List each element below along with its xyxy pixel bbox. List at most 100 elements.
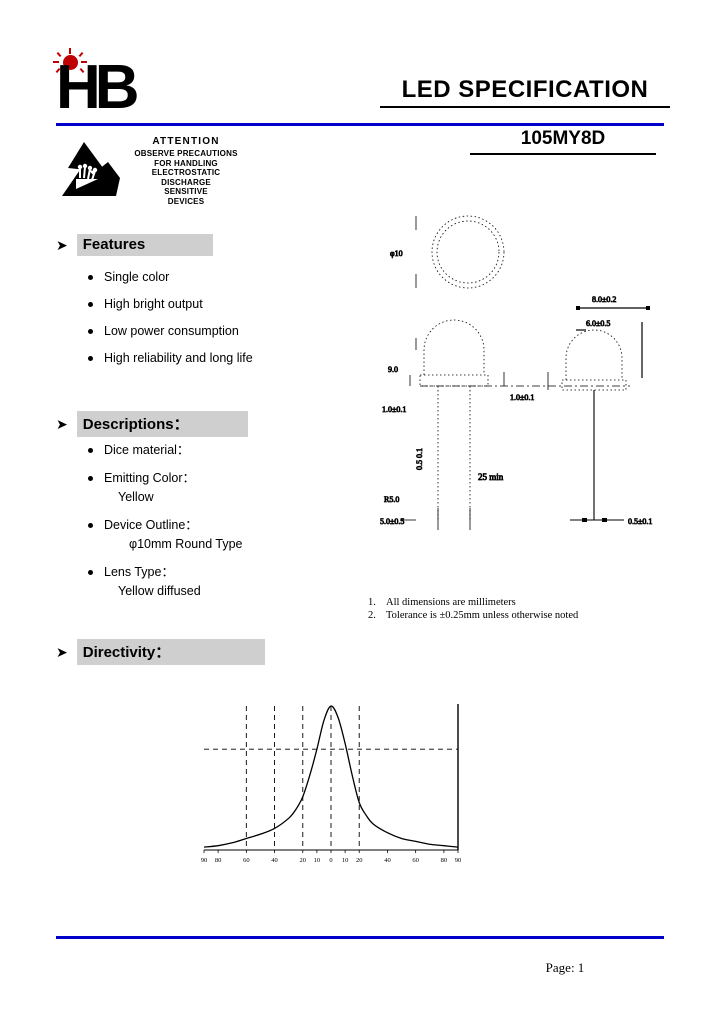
chart-x-tick-label: 80 [215, 857, 222, 864]
note-text: All dimensions are millimeters [386, 597, 516, 608]
esd-line-6: DEVICES [167, 196, 205, 206]
datasheet-page: HB LED SPECIFICATION 105MY8D ATTENTION O… [0, 0, 720, 1012]
description-value: Yellow diffused [118, 584, 201, 598]
drawing-notes: 1. All dimensions are millimeters 2. Tol… [368, 596, 668, 622]
list-item-value: Yellow [88, 490, 338, 505]
note-number: 2. [368, 610, 376, 621]
bullet-icon [88, 356, 93, 361]
description-value: Yellow [118, 490, 154, 504]
bullet-icon [88, 476, 93, 481]
top-view-inner-circle [436, 220, 500, 284]
arrow-bullet-icon: ➤ [56, 644, 68, 660]
list-item: Dice material： [88, 443, 338, 458]
dim-lead-thickness: 0.5 0.1 [415, 448, 424, 470]
bullet-icon [88, 329, 93, 334]
bullet-icon [88, 302, 93, 307]
arrow-bullet-icon: ➤ [56, 237, 68, 253]
feature-label: Single color [104, 270, 170, 284]
directivity-heading: ➤ Directivity： [56, 639, 265, 665]
esd-line-5: SENSITIVE [164, 187, 208, 196]
note-row: 2. Tolerance is ±0.25mm unless otherwise… [368, 609, 668, 622]
chart-x-tick-label: 60 [243, 857, 250, 864]
footer-divider [56, 936, 664, 939]
page-title: LED SPECIFICATION [380, 76, 670, 108]
side-view-dome [565, 329, 623, 380]
list-item: Emitting Color： [88, 471, 338, 486]
list-item: Device Outline： [88, 518, 338, 533]
chart-x-tick-label: 20 [356, 857, 363, 864]
descriptions-list: Dice material： Emitting Color： Yellow De… [88, 443, 338, 599]
note-row: 1. All dimensions are millimeters [368, 596, 668, 609]
esd-title: ATTENTION [152, 136, 220, 147]
header-divider [56, 123, 664, 126]
part-number: 105MY8D [470, 128, 656, 155]
description-label: Emitting Color： [104, 471, 195, 485]
dim-top-diameter: φ10 [390, 249, 403, 258]
dim-flange-thickness: 1.0±0.1 [382, 405, 406, 414]
list-item-value: φ10mm Round Type [88, 537, 338, 552]
directivity-title: Directivity： [76, 639, 265, 665]
description-value: φ10mm Round Type [129, 537, 243, 551]
features-title: Features [76, 234, 213, 256]
list-item: High bright output [88, 297, 338, 312]
list-item: High reliability and long life [88, 351, 338, 366]
descriptions-heading: ➤ Descriptions： [56, 411, 248, 437]
dim-lead-spacing: 5.0±0.5 [380, 517, 404, 526]
front-view-dome [423, 319, 485, 375]
esd-hand-icon [62, 142, 120, 196]
feature-label: High reliability and long life [104, 351, 253, 365]
dim-lens-height: 9.0 [388, 365, 398, 374]
note-text: Tolerance is ±0.25mm unless otherwise no… [386, 610, 579, 621]
dim-body-width: 8.0±0.2 [592, 295, 616, 304]
description-label: Dice material： [104, 443, 190, 457]
bullet-icon [88, 523, 93, 528]
side-view-flange [561, 379, 627, 391]
chart-x-tick-label: 90 [201, 857, 208, 864]
chart-x-tick-label: 90 [455, 857, 462, 864]
esd-line-1: OBSERVE PRECAUTIONS [134, 149, 238, 158]
chart-x-tick-label: 40 [384, 857, 391, 864]
esd-warning: ATTENTION OBSERVE PRECAUTIONS FOR HANDLI… [58, 134, 258, 209]
dim-tick [602, 518, 607, 522]
bullet-icon [88, 448, 93, 453]
esd-line-2: FOR HANDLING [154, 158, 218, 168]
arrow-bullet-icon: ➤ [56, 416, 68, 432]
esd-line-3: ELECTROSTATIC [151, 168, 221, 177]
chart-x-tick-label: 10 [342, 857, 349, 864]
dim-tick [576, 306, 580, 310]
chart-x-tick-label: 20 [300, 857, 307, 864]
chart-x-tick-label: 40 [271, 857, 278, 864]
list-item: Lens Type： [88, 565, 338, 580]
chart-x-tick-label: 10 [314, 857, 321, 864]
features-list: Single color High bright output Low powe… [88, 270, 338, 366]
esd-text-block: ATTENTION OBSERVE PRECAUTIONS FOR HANDLI… [120, 136, 252, 206]
dim-lead-length: 25 min [478, 472, 504, 482]
company-logo: HB [53, 48, 176, 122]
directivity-chart: 90 80 60 40 20 10 0 10 20 40 60 80 90 [201, 704, 462, 864]
chart-x-tick-label: 60 [412, 857, 419, 864]
top-view-outer-circle [431, 215, 505, 289]
dim-lens-radius: R5.0 [384, 495, 399, 504]
feature-label: Low power consumption [104, 324, 239, 338]
dim-tick [582, 518, 587, 522]
dim-lead-width: 0.5±0.1 [628, 517, 652, 526]
dim-body-height: 6.0±0.5 [586, 319, 610, 328]
front-view-flange [419, 374, 489, 387]
page-number: Page: 1 [545, 960, 585, 975]
descriptions-title: Descriptions： [76, 411, 248, 437]
description-label: Lens Type： [104, 565, 174, 579]
list-item: Low power consumption [88, 324, 338, 339]
feature-label: High bright output [104, 297, 203, 311]
note-number: 1. [368, 597, 376, 608]
description-label: Device Outline： [104, 518, 198, 532]
chart-x-tick-label: 0 [329, 857, 332, 864]
list-item: Single color [88, 270, 338, 285]
esd-line-4: DISCHARGE [161, 177, 211, 187]
bullet-icon [88, 570, 93, 575]
bullet-icon [88, 275, 93, 280]
dim-tick [646, 306, 650, 310]
mechanical-drawing: φ10 9.0 1.0±0.1 0.5 0.1 25 min 5.0±0.5 R… [380, 215, 653, 530]
logo-wordmark: HB [56, 53, 140, 122]
chart-x-tick-label: 80 [441, 857, 448, 864]
list-item-value: Yellow diffused [88, 584, 338, 599]
